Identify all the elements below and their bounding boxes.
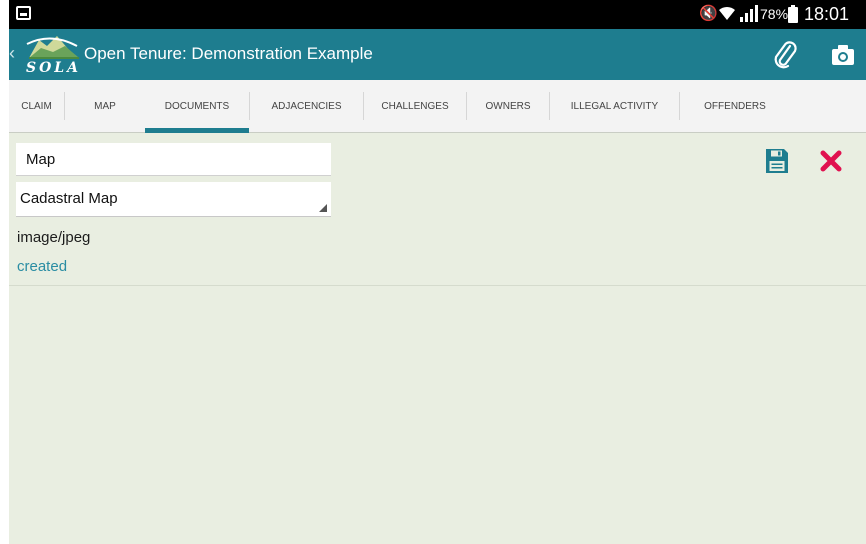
logo-text: SOLA [26,60,82,76]
tab-map[interactable]: MAP [65,80,145,133]
tab-documents[interactable]: DOCUMENTS [145,80,249,133]
signal-icon [740,5,758,22]
clock: 18:01 [804,4,850,24]
tab-illegal-activity[interactable]: ILLEGAL ACTIVITY [550,80,679,133]
app-logo[interactable]: SOLA [25,32,83,78]
tab-owners[interactable]: OWNERS [467,80,549,133]
tab-label: OFFENDERS [704,101,766,112]
tab-bar: CLAIM MAP DOCUMENTS ADJACENCIES CHALLENG… [9,80,866,133]
tab-claim[interactable]: CLAIM [9,80,64,133]
tab-label: ILLEGAL ACTIVITY [570,101,659,112]
battery-icon [788,5,798,23]
wifi-icon [719,6,735,20]
tab-offenders[interactable]: OFFENDERS [680,80,790,133]
app-title: Open Tenure: Demonstration Example [84,44,373,63]
camera-icon[interactable] [830,42,856,68]
document-type-select[interactable]: Cadastral Map [16,182,331,217]
document-name-input[interactable] [16,143,331,176]
save-icon[interactable] [765,148,789,174]
tab-label: MAP [94,101,116,112]
tab-adjacencies[interactable]: ADJACENCIES [250,80,363,133]
dropdown-arrow-icon [319,204,327,212]
mime-type-label: image/jpeg [17,229,91,246]
paperclip-icon[interactable] [771,40,799,70]
selected-tab-indicator [145,128,249,133]
tab-challenges[interactable]: CHALLENGES [364,80,466,133]
tab-label: OWNERS [485,101,531,112]
close-icon[interactable] [819,149,843,173]
battery-percent: 78% [760,6,789,22]
section-divider [9,285,866,286]
action-bar: ‹ SOLA Open Tenure: Demonstration Exampl… [9,29,866,80]
document-type-value: Cadastral Map [20,190,118,207]
document-status: created [17,258,68,275]
status-bar: 🔇 78% 18:01 [9,0,866,29]
tab-label: CHALLENGES [381,101,449,112]
screenshot-icon [16,6,31,20]
tab-label: ADJACENCIES [271,101,342,112]
app-screen: 🔇 78% 18:01 ‹ SOLA Open Tenure: Demonstr… [9,0,866,544]
mountain-logo-icon [26,36,79,59]
up-navigation-icon[interactable]: ‹ [9,43,15,64]
mute-icon: 🔇 [699,5,718,22]
tab-label: DOCUMENTS [164,101,230,112]
tab-label: CLAIM [21,101,52,112]
